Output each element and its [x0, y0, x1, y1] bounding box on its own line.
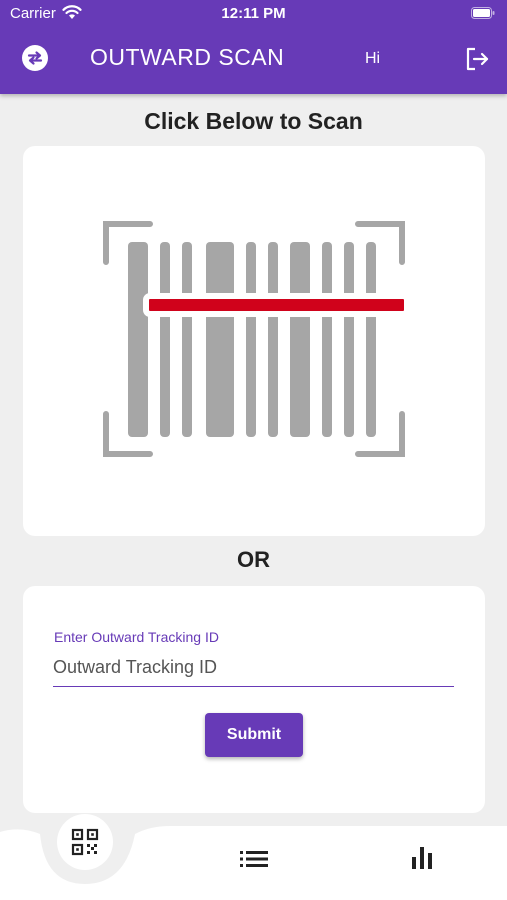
- status-bar: Carrier 12:11 PM: [0, 0, 507, 28]
- nav-scan-button[interactable]: [57, 814, 113, 870]
- or-separator: OR: [237, 547, 270, 572]
- page-title: OUTWARD SCAN: [90, 44, 285, 70]
- status-time: 12:11 PM: [221, 5, 286, 22]
- qr-scan-icon: [71, 828, 99, 856]
- scan-heading: Click Below to Scan: [144, 108, 363, 134]
- tracking-form-card: Enter Outward Tracking ID Submit: [23, 586, 485, 813]
- battery-icon: [471, 7, 495, 19]
- toolbar: OUTWARD SCAN Hi: [0, 28, 507, 94]
- swap-arrows-glyph: [27, 51, 43, 65]
- tracking-id-input[interactable]: [53, 648, 454, 687]
- bar-chart-icon[interactable]: [410, 845, 436, 871]
- tracking-id-label: Enter Outward Tracking ID: [54, 629, 219, 645]
- app-bar: Carrier 12:11 PM OUTWARD SCAN Hi: [0, 0, 507, 94]
- bottom-nav: [0, 814, 507, 900]
- barcode-scanner-icon[interactable]: [99, 214, 409, 464]
- logout-icon[interactable]: [464, 46, 490, 72]
- swap-arrows-icon[interactable]: [22, 45, 48, 71]
- submit-button[interactable]: Submit: [205, 713, 303, 757]
- list-icon[interactable]: [239, 847, 269, 871]
- scan-card[interactable]: [23, 146, 485, 536]
- greeting-label: Hi: [365, 50, 381, 67]
